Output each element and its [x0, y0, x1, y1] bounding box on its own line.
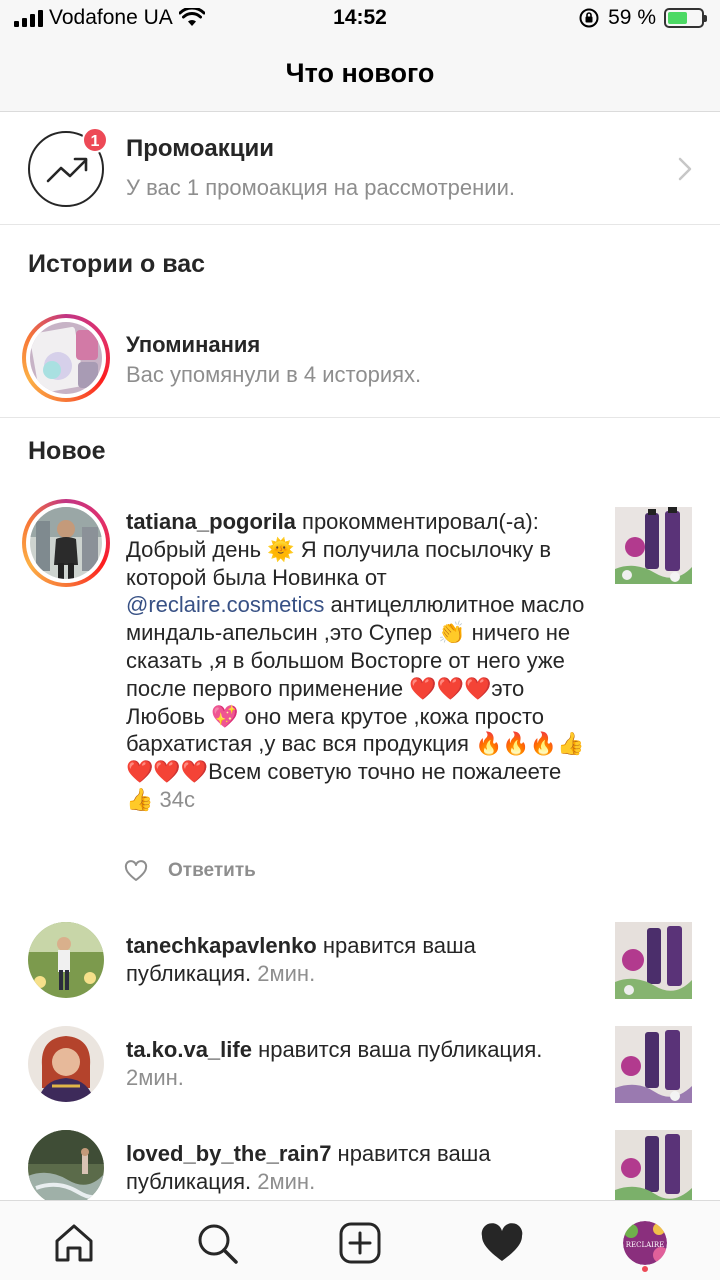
liker-username[interactable]: ta.ko.va_life: [126, 1037, 252, 1062]
like-notification[interactable]: ta.ko.va_life нравится ваша публикация. …: [0, 1026, 720, 1116]
search-tab[interactable]: [193, 1219, 241, 1267]
chevron-right-icon: [678, 157, 692, 181]
liker-username[interactable]: loved_by_the_rain7: [126, 1141, 331, 1166]
notification-badge: 1: [82, 127, 108, 153]
like-text: ta.ko.va_life нравится ваша публикация. …: [126, 1036, 596, 1092]
comment-username[interactable]: tatiana_pogorila: [126, 509, 296, 534]
liker-username[interactable]: tanechkapavlenko: [126, 933, 317, 958]
battery-fill: [668, 12, 687, 24]
comment-mention-link[interactable]: @reclaire.cosmetics: [126, 592, 324, 617]
liker-avatar[interactable]: [28, 1130, 104, 1206]
comment-timestamp: 34с: [159, 786, 195, 812]
post-thumbnail[interactable]: [615, 1026, 692, 1103]
status-bar: Vodafone UA 14:52 59 %: [0, 0, 720, 40]
comment-body-part2: антицеллюлитное масло миндаль-апельсин ,…: [126, 592, 585, 812]
post-thumbnail-image: [615, 507, 692, 584]
home-icon: [55, 1224, 93, 1262]
like-text: tanechkapavlenko нравится ваша публикаци…: [126, 932, 596, 988]
reply-button[interactable]: Ответить: [168, 860, 256, 882]
new-activity-dot: [642, 1266, 648, 1272]
comment-notification-text[interactable]: tatiana_pogorila прокомментировал(-а): Д…: [126, 508, 586, 814]
post-thumbnail[interactable]: [615, 922, 692, 999]
like-timestamp: 2мин.: [126, 1065, 184, 1090]
post-thumbnail[interactable]: [615, 1130, 692, 1207]
comment-actions: Ответить: [124, 860, 256, 882]
promotions-title: Промоакции: [126, 135, 274, 162]
search-icon: [198, 1224, 238, 1264]
liker-avatar[interactable]: [28, 922, 104, 998]
tab-bar: RECLAIRE: [0, 1200, 720, 1280]
like-notification[interactable]: tanechkapavlenko нравится ваша публикаци…: [0, 922, 720, 1012]
nav-header: Что нового: [0, 40, 720, 112]
battery-icon: [664, 8, 707, 28]
battery-group: 59 %: [578, 6, 707, 30]
new-post-tab[interactable]: [336, 1219, 384, 1267]
like-action: нравится ваша публикация.: [251, 1037, 543, 1062]
stories-section-title: Истории о вас: [28, 250, 206, 278]
new-section-title: Новое: [28, 437, 106, 465]
activity-tab[interactable]: [478, 1219, 526, 1267]
post-thumbnail[interactable]: [615, 507, 692, 584]
activity-icon: [481, 1223, 523, 1261]
new-post-icon: [339, 1222, 381, 1264]
mentions-story-image: [30, 322, 102, 394]
mentions-story-ring[interactable]: [22, 314, 110, 402]
commenter-avatar[interactable]: [22, 499, 110, 587]
mentions-row[interactable]: Упоминания Вас упомянули в 4 историях.: [0, 312, 720, 418]
commenter-avatar-image: [30, 507, 102, 579]
like-timestamp: 2мин.: [257, 961, 316, 986]
page-title: Что нового: [285, 58, 435, 88]
liker-avatar[interactable]: [28, 1026, 104, 1102]
promotions-subtitle: У вас 1 промоакция на рассмотрении.: [126, 175, 515, 200]
profile-icon: RECLAIRE: [623, 1221, 667, 1265]
promotions-row[interactable]: 1 Промоакции У вас 1 промоакция на рассм…: [0, 113, 720, 225]
battery-percent: 59 %: [608, 6, 656, 29]
profile-logo-text: RECLAIRE: [626, 1241, 665, 1249]
like-comment-heart-icon[interactable]: [124, 860, 148, 882]
like-timestamp: 2мин.: [257, 1169, 316, 1194]
like-text: loved_by_the_rain7 нравится ваша публика…: [126, 1140, 596, 1196]
trending-up-icon: [46, 157, 88, 183]
profile-tab[interactable]: RECLAIRE: [623, 1221, 667, 1265]
home-tab[interactable]: [50, 1219, 98, 1267]
mentions-subtitle: Вас упомянули в 4 историях.: [126, 362, 422, 387]
mentions-title: Упоминания: [126, 332, 261, 357]
orientation-lock-icon: [579, 8, 599, 28]
